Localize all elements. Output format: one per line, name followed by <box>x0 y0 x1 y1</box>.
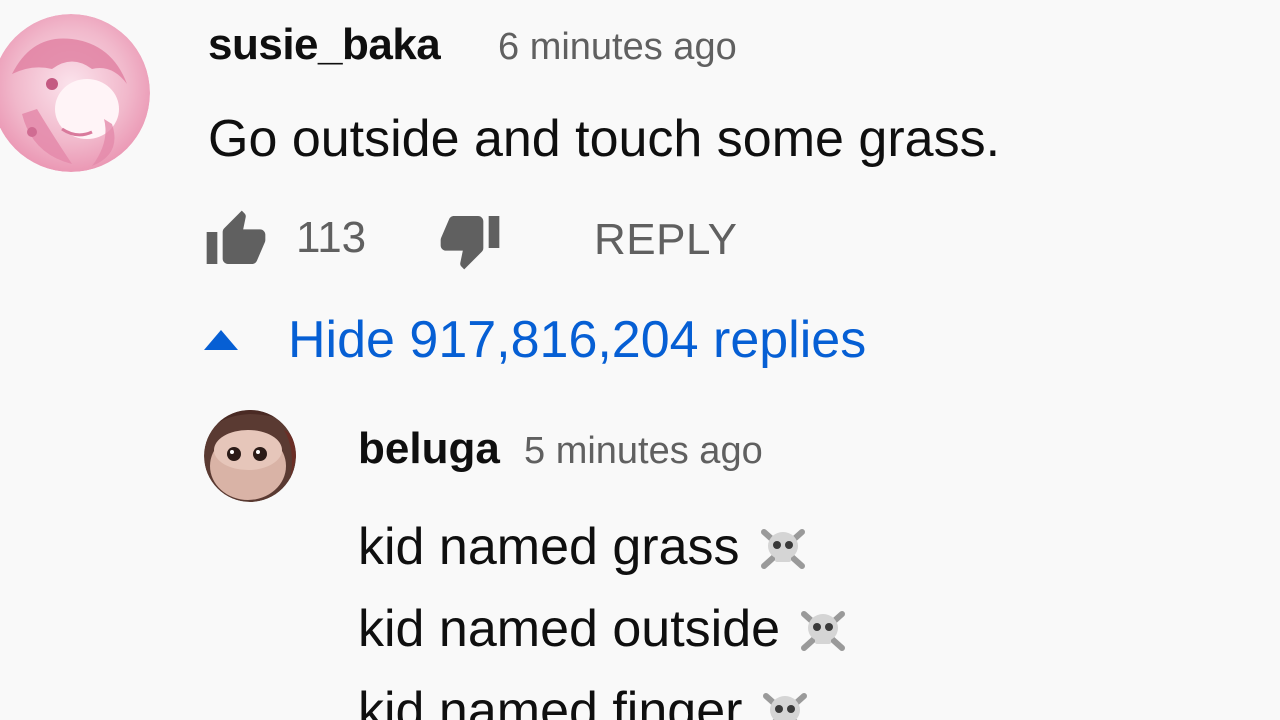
comment-text: Go outside and touch some grass. <box>208 110 1001 168</box>
beluga-avatar-icon <box>204 410 296 502</box>
comment-author[interactable]: susie_baka <box>208 16 441 74</box>
reply-text: kid named grass kid named outside kid na… <box>358 506 848 720</box>
reply-line: kid named grass <box>358 506 848 588</box>
comment-timestamp[interactable]: 6 minutes ago <box>498 20 737 74</box>
skull-crossbones-icon <box>763 693 808 720</box>
reply-line-text: kid named outside <box>358 600 781 658</box>
reply-avatar[interactable] <box>204 410 296 502</box>
reply-line: kid named outside <box>358 588 848 670</box>
like-count: 113 <box>296 213 367 262</box>
thumb-down-icon <box>440 216 500 270</box>
reply-line: kid named finger <box>358 670 848 720</box>
reply-author[interactable]: beluga <box>358 420 500 478</box>
skull-crossbones-icon <box>760 529 805 569</box>
skull-crossbones-icon <box>801 611 846 651</box>
hide-replies-button[interactable]: Hide 917,816,204 replies <box>200 308 866 372</box>
reply-line-text: kid named finger <box>358 682 743 720</box>
hide-replies-label: Hide 917,816,204 replies <box>288 311 867 369</box>
anime-avatar-icon <box>0 14 150 172</box>
reply-button[interactable]: REPLY <box>594 212 738 268</box>
thumb-up-icon <box>206 210 266 264</box>
reply-line-text: kid named grass <box>358 518 740 576</box>
like-button[interactable] <box>204 208 268 272</box>
dislike-button[interactable] <box>438 208 502 272</box>
comment-thread: susie_baka 6 minutes ago Go outside and … <box>0 0 1280 720</box>
avatar[interactable] <box>0 14 150 172</box>
caret-up-icon <box>204 330 238 350</box>
reply-timestamp[interactable]: 5 minutes ago <box>524 424 763 478</box>
